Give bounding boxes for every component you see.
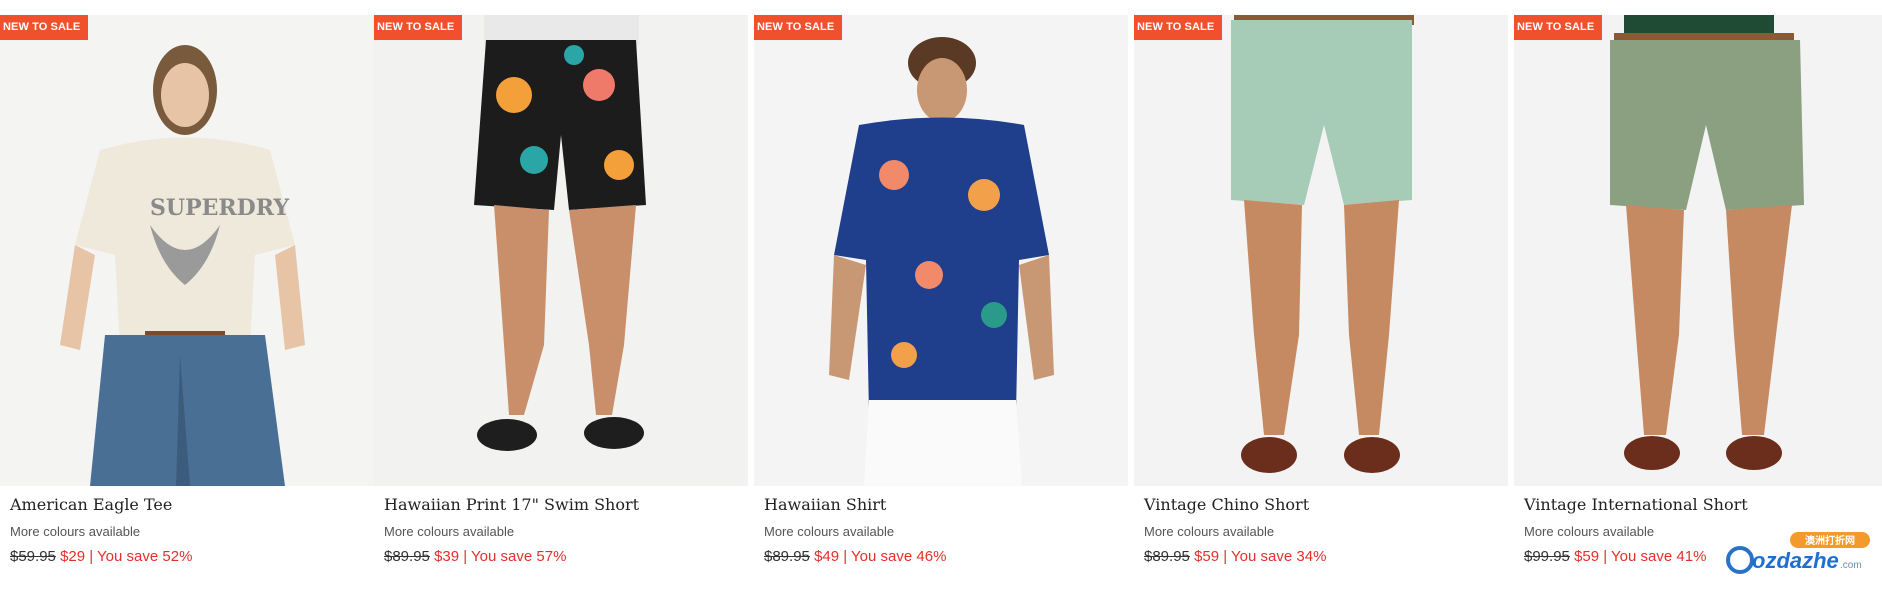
product-card[interactable]: NEW TO SALE Hawaiian Shirt More colours … (754, 15, 1128, 589)
product-image[interactable]: NEW TO SALE (374, 15, 748, 486)
product-card[interactable]: NEW TO SALE Vintage International Short … (1514, 15, 1882, 589)
watermark-tld: .com (1840, 560, 1862, 571)
product-image[interactable]: NEW TO SALE (1134, 15, 1508, 486)
sale-price: $39 (434, 548, 460, 565)
product-image[interactable]: NEW TO SALE (754, 15, 1128, 486)
sale-price: $59 (1194, 548, 1220, 565)
sale-price: $49 (814, 548, 840, 565)
original-price: $89.95 (1144, 548, 1190, 565)
watermark-site: ozdazhe (1752, 548, 1839, 573)
watermark-cn: 澳洲打折网 (1805, 534, 1855, 547)
product-card[interactable]: SUPERDRY NEW TO SALE American Eagle Tee … (0, 15, 374, 589)
more-colours-text: More colours available (764, 524, 895, 539)
product-grid: SUPERDRY NEW TO SALE American Eagle Tee … (0, 15, 1882, 589)
savings-text: | You save 41% (1603, 548, 1707, 565)
watermark-logo: 澳洲打折网 ozdazhe .com (1722, 530, 1872, 580)
savings-text: | You save 57% (463, 548, 567, 565)
original-price: $99.95 (1524, 548, 1570, 565)
product-title[interactable]: Hawaiian Print 17" Swim Short (384, 495, 639, 514)
more-colours-text: More colours available (1144, 524, 1275, 539)
more-colours-text: More colours available (10, 524, 141, 539)
product-image[interactable]: SUPERDRY NEW TO SALE (0, 15, 374, 486)
savings-text: | You save 34% (1223, 548, 1327, 565)
sale-badge: NEW TO SALE (754, 15, 843, 40)
price-row: $89.95 $39 | You save 57% (384, 548, 566, 565)
product-title[interactable]: American Eagle Tee (10, 495, 172, 514)
original-price: $89.95 (384, 548, 430, 565)
sale-badge: NEW TO SALE (1134, 15, 1223, 40)
sale-badge: NEW TO SALE (0, 15, 89, 40)
original-price: $59.95 (10, 548, 56, 565)
product-title[interactable]: Hawaiian Shirt (764, 495, 886, 514)
more-colours-text: More colours available (1524, 524, 1655, 539)
sale-badge: NEW TO SALE (374, 15, 463, 40)
product-title[interactable]: Vintage Chino Short (1144, 495, 1309, 514)
product-image[interactable]: NEW TO SALE (1514, 15, 1882, 486)
price-row: $59.95 $29 | You save 52% (10, 548, 192, 565)
more-colours-text: More colours available (384, 524, 515, 539)
sale-price: $59 (1574, 548, 1600, 565)
original-price: $89.95 (764, 548, 810, 565)
savings-text: | You save 46% (843, 548, 947, 565)
price-row: $89.95 $49 | You save 46% (764, 548, 946, 565)
sale-price: $29 (60, 548, 86, 565)
price-row: $99.95 $59 | You save 41% (1524, 548, 1706, 565)
price-row: $89.95 $59 | You save 34% (1144, 548, 1326, 565)
savings-text: | You save 52% (89, 548, 193, 565)
product-card[interactable]: NEW TO SALE Hawaiian Print 17" Swim Shor… (374, 15, 748, 589)
product-title[interactable]: Vintage International Short (1524, 495, 1748, 514)
sale-badge: NEW TO SALE (1514, 15, 1603, 40)
svg-text:SUPERDRY: SUPERDRY (150, 195, 289, 221)
product-card[interactable]: NEW TO SALE Vintage Chino Short More col… (1134, 15, 1508, 589)
